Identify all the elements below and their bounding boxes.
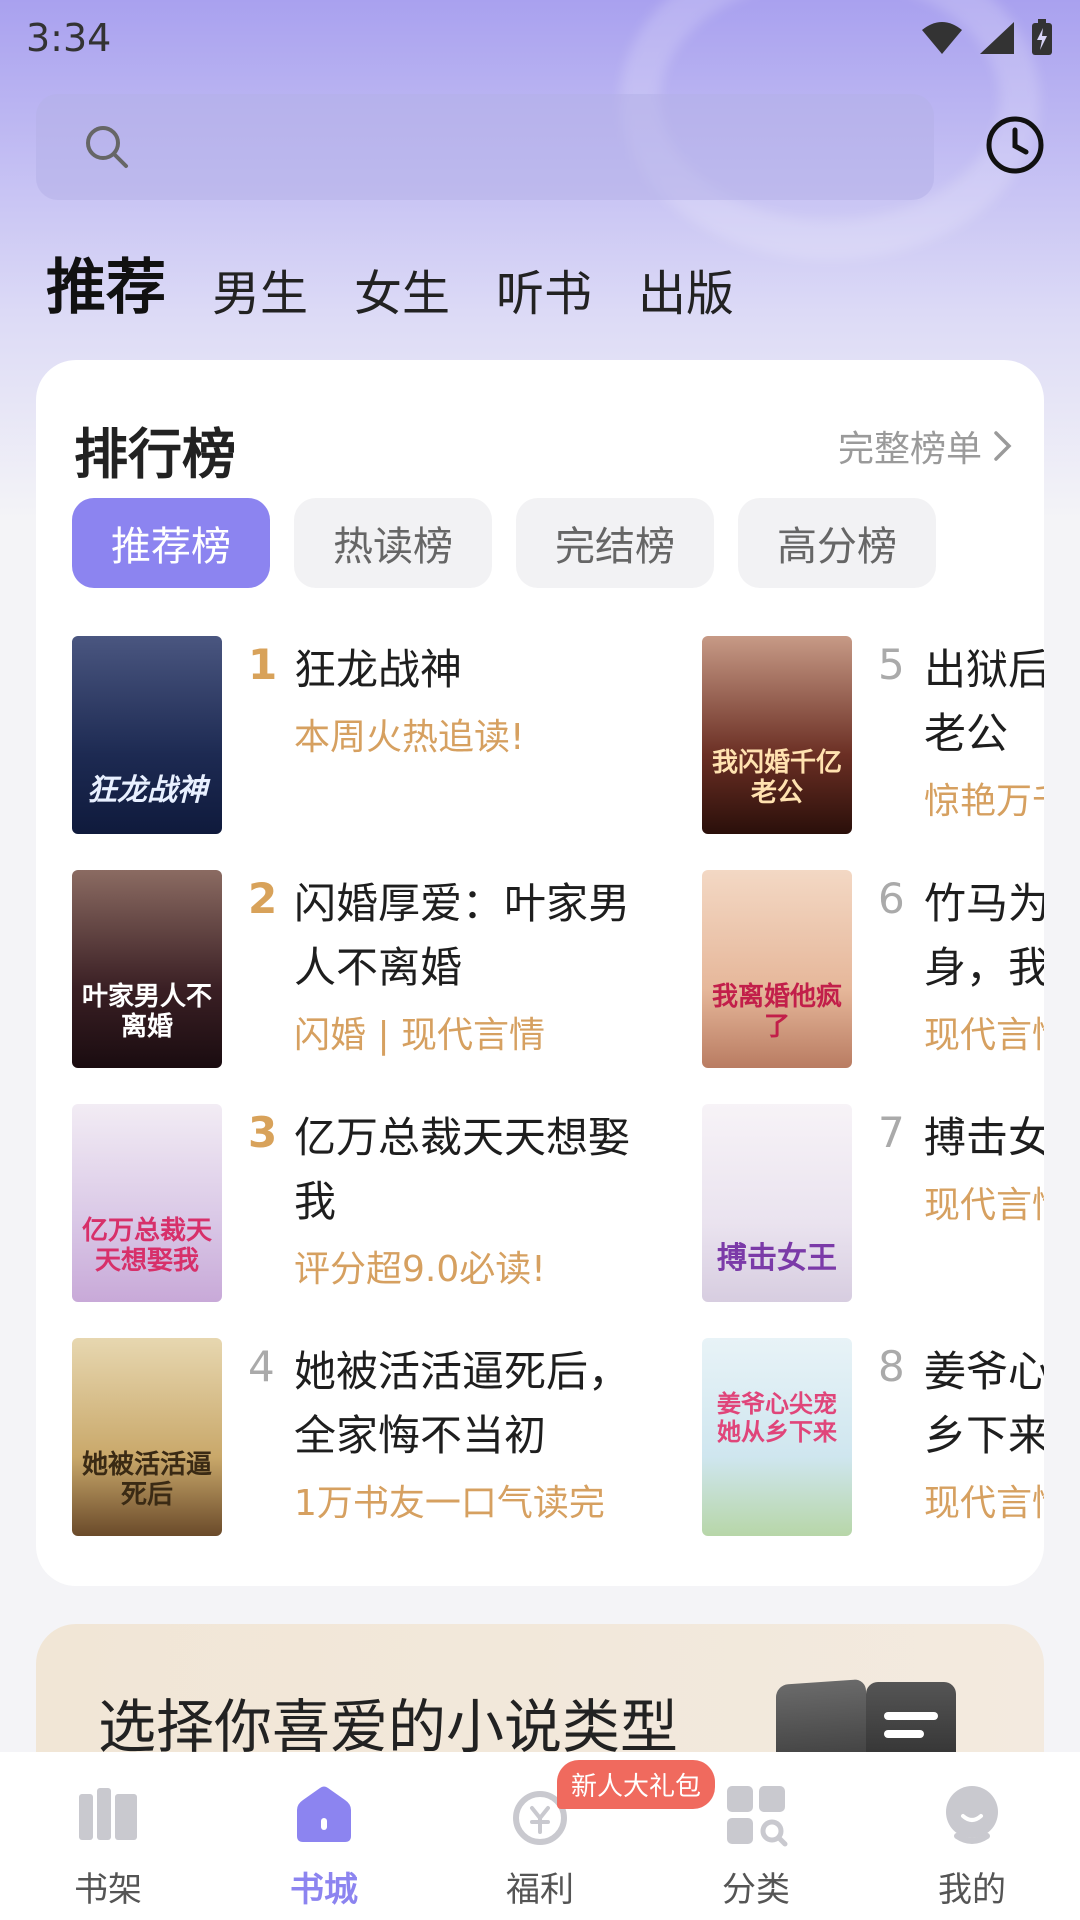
nav-label: 我的	[938, 1870, 1006, 1910]
book-item[interactable]: 搏击女王 7 搏击女王 现代言情	[702, 1104, 1044, 1304]
tab-male[interactable]: 男生	[212, 270, 308, 318]
book-item[interactable]: 姜爷心尖宠她从乡下来 8 姜爷心尖宠，她从乡下来 现代言情	[702, 1338, 1044, 1538]
nav-bookshelf[interactable]: 书架	[33, 1780, 183, 1911]
history-clock-icon[interactable]	[984, 114, 1046, 176]
home-icon	[297, 1786, 351, 1842]
nav-category[interactable]: 分类	[681, 1780, 831, 1911]
rank-number: 4	[248, 1342, 275, 1391]
tab-recommend-ranking[interactable]: 推荐榜	[72, 498, 270, 588]
status-bar: 3:34	[0, 0, 1080, 76]
book-cover: 我闪婚千亿老公	[702, 636, 852, 834]
book-item[interactable]: 她被活活逼死后 4 她被活活逼死后，全家悔不当初 1万书友一口气读完	[72, 1338, 692, 1538]
book-tag: 现代言情	[924, 1015, 1044, 1056]
tab-recommend[interactable]: 推荐	[46, 258, 166, 318]
bookshelf-icon	[79, 1788, 137, 1840]
rank-number: 1	[248, 640, 278, 689]
book-item[interactable]: 狂龙战神 1 狂龙战神 本周火热追读!	[72, 636, 692, 836]
book-cover: 她被活活逼死后	[72, 1338, 222, 1536]
status-time: 3:34	[26, 16, 112, 60]
rank-number: 8	[878, 1342, 905, 1391]
rank-number: 2	[248, 874, 278, 923]
book-item[interactable]: 我闪婚千亿老公 5 出狱后我闪婚千亿老公 惊艳万千	[702, 636, 1044, 836]
ranking-tabs: 推荐榜 热读榜 完结榜 高分榜	[72, 498, 936, 588]
ranking-title: 排行榜	[74, 423, 236, 486]
full-ranking-link[interactable]: 完整榜单	[838, 420, 1014, 472]
nav-label: 福利	[506, 1870, 574, 1910]
wifi-icon	[922, 22, 962, 54]
chevron-right-icon	[994, 431, 1012, 461]
nav-label: 书架	[74, 1870, 142, 1910]
search-row	[36, 94, 1046, 200]
book-cover: 狂龙战神	[72, 636, 222, 834]
book-title: 出狱后我闪婚千亿老公	[924, 645, 1044, 758]
bottom-navigation: 书架 书城 新人大礼包 福利 分类 我的	[0, 1752, 1080, 1920]
nav-profile[interactable]: 我的	[897, 1780, 1047, 1911]
search-icon	[86, 126, 128, 168]
tab-audiobook[interactable]: 听书	[496, 270, 592, 318]
book-list: 狂龙战神 1 狂龙战神 本周火热追读! 叶家男人不离婚 2 闪婚厚爱：叶家男人不…	[72, 636, 1044, 1576]
book-title: 她被活活逼死后，全家悔不当初	[294, 1347, 631, 1460]
book-tag: 现代言情	[924, 1185, 1044, 1226]
tab-published[interactable]: 出版	[638, 270, 734, 318]
full-ranking-label: 完整榜单	[837, 429, 982, 470]
book-tag: 评分超9.0必读!	[294, 1249, 546, 1290]
book-title: 搏击女王	[924, 1113, 1044, 1162]
book-tag: 1万书友一口气读完	[294, 1483, 605, 1524]
nav-label: 书城	[290, 1870, 358, 1910]
status-icons	[920, 19, 1054, 57]
search-input[interactable]	[36, 94, 934, 200]
book-cover: 亿万总裁天天想娶我	[72, 1104, 222, 1302]
battery-icon	[1032, 19, 1052, 55]
book-cover: 搏击女王	[702, 1104, 852, 1302]
book-title: 竹马为了我的替身，我离婚他疯了	[924, 879, 1044, 992]
profile-icon	[946, 1786, 998, 1844]
book-item[interactable]: 我离婚他疯了 6 竹马为了我的替身，我离婚他疯了 现代言情	[702, 870, 1044, 1070]
tab-high-score-ranking[interactable]: 高分榜	[738, 498, 936, 588]
tab-female[interactable]: 女生	[354, 270, 450, 318]
book-title: 亿万总裁天天想娶我	[294, 1113, 631, 1226]
ranking-card: 排行榜 完整榜单 推荐榜 热读榜 完结榜 高分榜 狂龙战神 1 狂龙战神 本周火…	[36, 360, 1044, 1586]
book-title: 闪婚厚爱：叶家男人不离婚	[294, 879, 631, 992]
tab-hot-ranking[interactable]: 热读榜	[294, 498, 492, 588]
signal-icon	[980, 22, 1014, 54]
book-cover: 我离婚他疯了	[702, 870, 852, 1068]
rank-number: 5	[878, 640, 905, 689]
tab-completed-ranking[interactable]: 完结榜	[516, 498, 714, 588]
book-tag: 闪婚 | 现代言情	[294, 1015, 546, 1056]
category-icon	[727, 1786, 788, 1847]
book-title: 狂龙战神	[294, 645, 463, 694]
book-tag: 本周火热追读!	[294, 717, 525, 758]
rank-number: 3	[248, 1108, 278, 1157]
book-title: 姜爷心尖宠，她从乡下来	[924, 1347, 1044, 1460]
book-item[interactable]: 叶家男人不离婚 2 闪婚厚爱：叶家男人不离婚 闪婚 | 现代言情	[72, 870, 692, 1070]
rank-number: 6	[878, 874, 905, 923]
book-tag: 惊艳万千	[924, 781, 1044, 822]
book-item[interactable]: 亿万总裁天天想娶我 3 亿万总裁天天想娶我 评分超9.0必读!	[72, 1104, 692, 1304]
book-tag: 现代言情	[924, 1483, 1044, 1524]
nav-welfare[interactable]: 新人大礼包 福利	[465, 1760, 716, 1911]
rank-number: 7	[878, 1108, 905, 1157]
nav-label: 分类	[722, 1870, 790, 1910]
book-cover: 叶家男人不离婚	[72, 870, 222, 1068]
nav-bookstore[interactable]: 书城	[249, 1780, 399, 1911]
book-cover: 姜爷心尖宠她从乡下来	[702, 1338, 852, 1536]
channel-tabs: 推荐 男生 女生 听书 出版	[46, 238, 734, 318]
